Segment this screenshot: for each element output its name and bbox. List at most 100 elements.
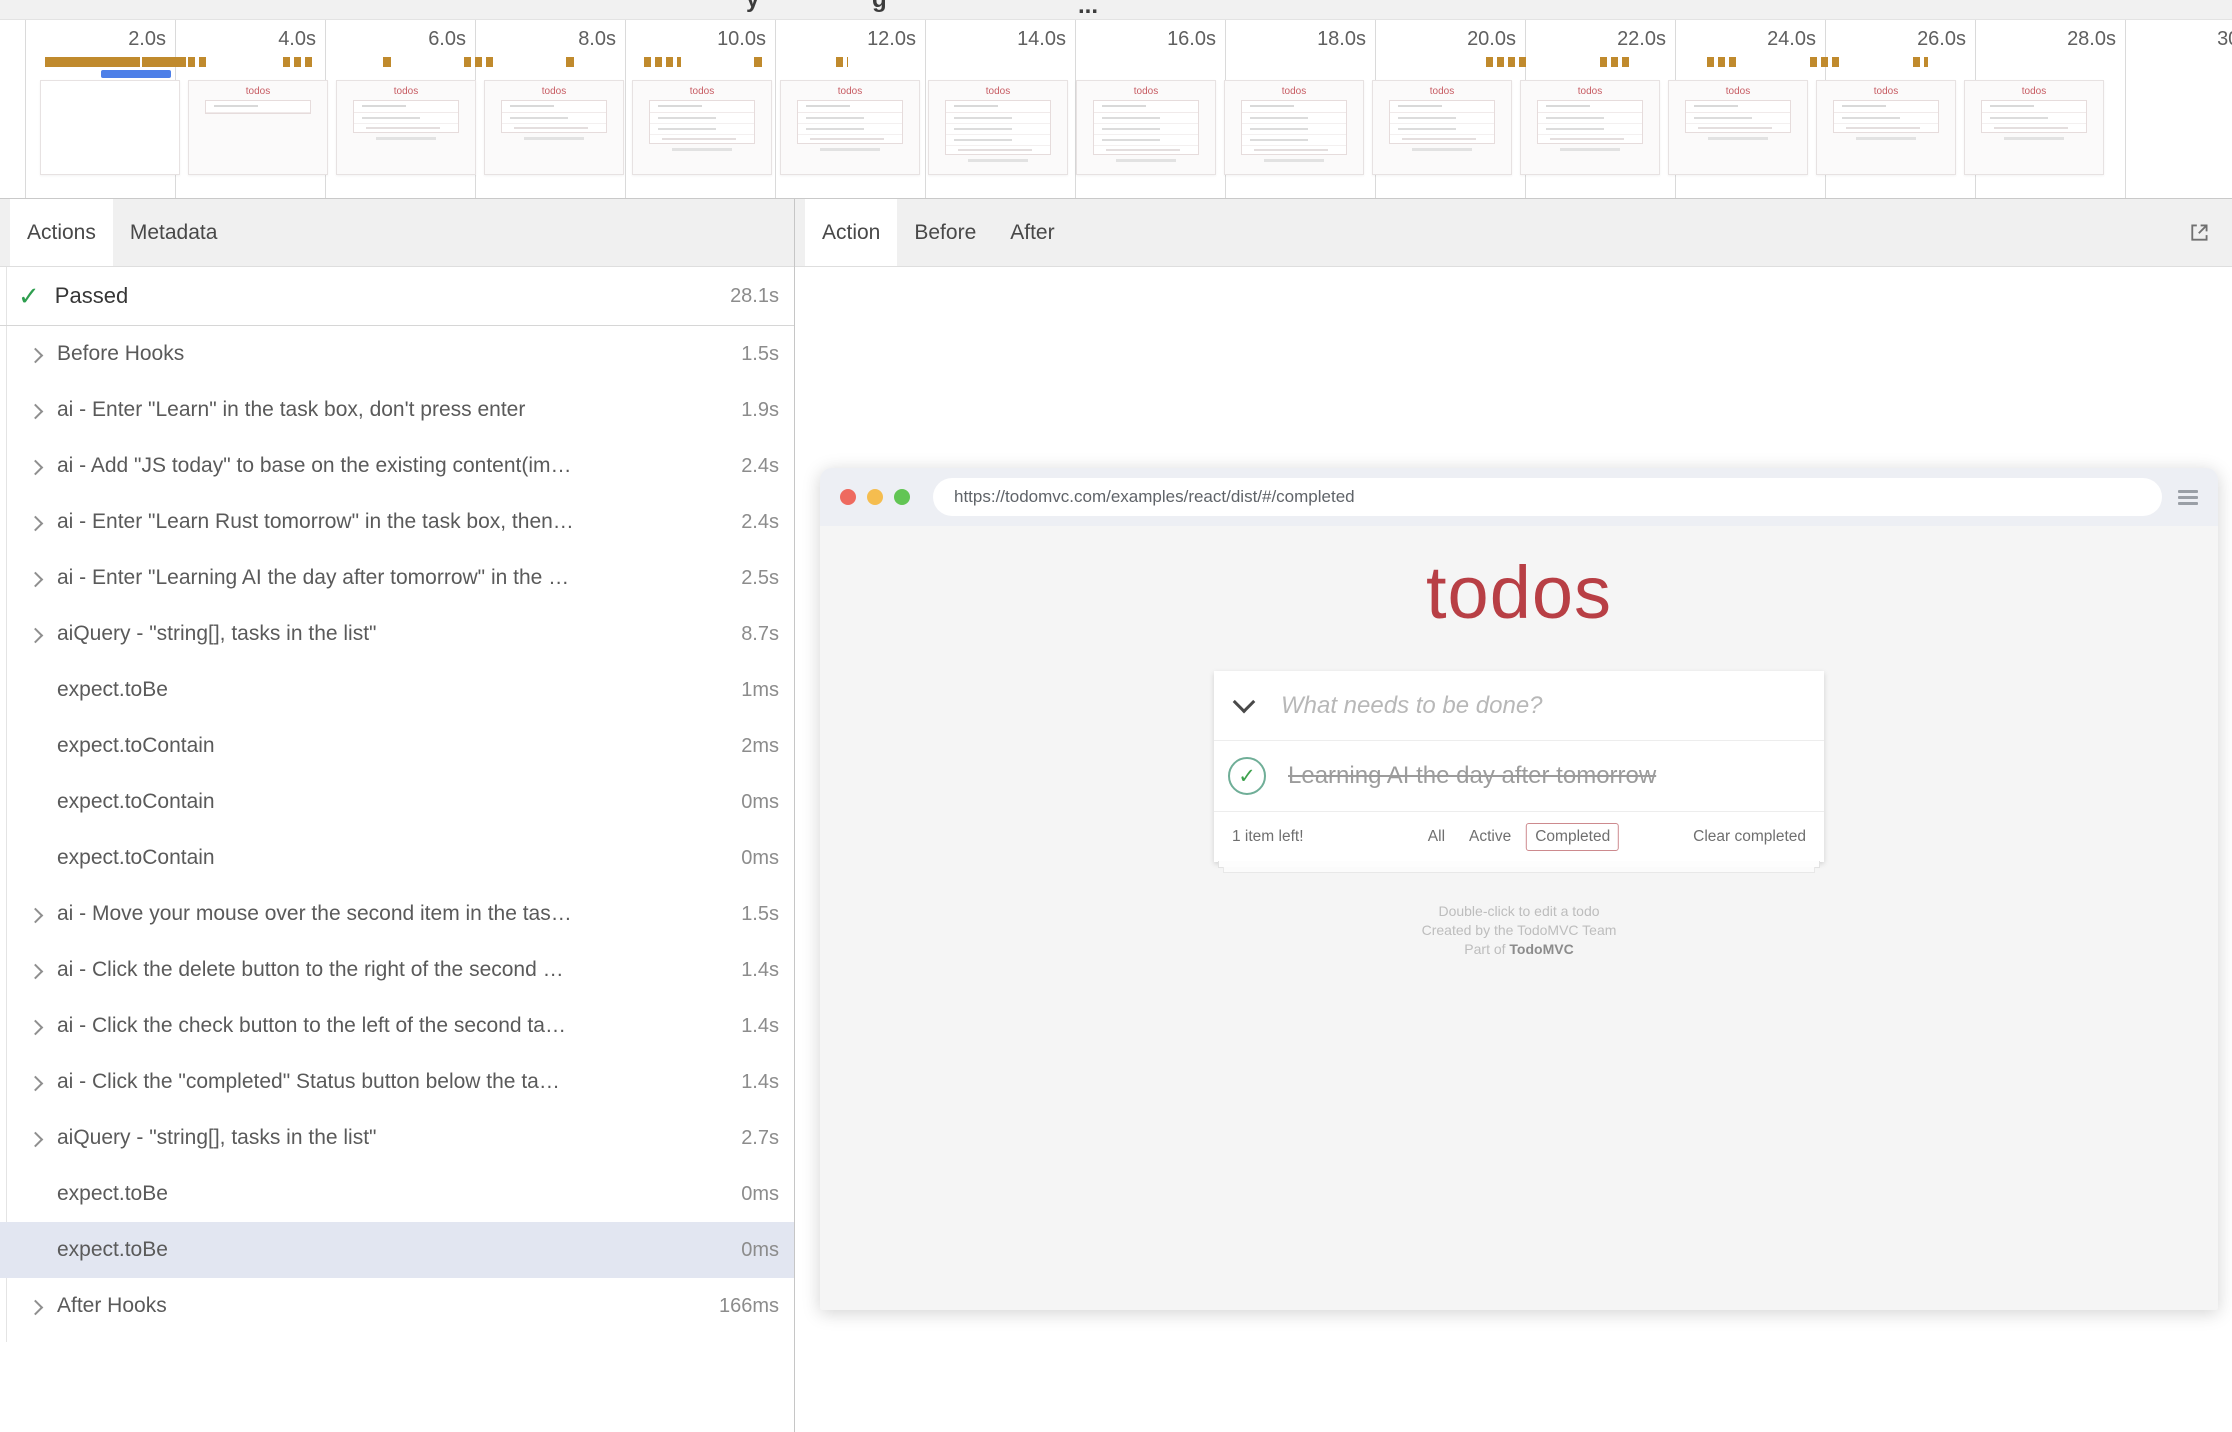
action-row[interactable]: expect.toBe 0ms [0,1166,794,1222]
action-duration: 0ms [731,791,794,814]
action-duration: 1.9s [731,399,794,422]
expand-chevron-icon [28,1132,44,1148]
filmstrip-frame[interactable]: todos [780,80,920,175]
mini-todos-title: todos [1077,86,1215,97]
filmstrip-frame[interactable]: todos [1520,80,1660,175]
action-duration: 2.5s [731,567,794,590]
mini-todo-card [1537,100,1644,144]
action-row[interactable]: expect.toContain 0ms [0,774,794,830]
filmstrip-frame[interactable]: todos [632,80,772,175]
action-row[interactable]: ai - Enter "Learn" in the task box, don'… [0,382,794,438]
new-todo-placeholder[interactable]: What needs to be done? [1281,692,1543,720]
filmstrip-frame[interactable]: todos [1224,80,1364,175]
expand-chevron-icon [28,1300,44,1316]
open-in-new-window-icon[interactable] [2186,220,2212,246]
todo-toggle-checked-icon[interactable]: ✓ [1228,757,1266,795]
action-duration: 1.4s [731,1015,794,1038]
left-tabstrip: ActionsMetadata [0,199,794,267]
filmstrip-frame[interactable]: todos [1668,80,1808,175]
mini-todos-title: todos [1521,86,1659,97]
action-mark [1913,57,1928,67]
action-row[interactable]: expect.toBe 1ms [0,662,794,718]
action-label: ai - Click the check button to the left … [57,1014,731,1038]
info-line: Part of TodoMVC [820,940,2218,959]
action-row[interactable]: After Hooks 166ms [0,1278,794,1334]
filmstrip-frame[interactable]: todos [40,80,180,175]
menu-icon [2178,487,2198,508]
action-row[interactable]: expect.toContain 2ms [0,718,794,774]
action-duration: 2.4s [731,455,794,478]
new-todo-row[interactable]: What needs to be done? [1214,671,1824,741]
action-row[interactable]: ai - Click the check button to the left … [0,998,794,1054]
timeline-tick-label: 14.0s [1017,28,1066,51]
expand-chevron-icon [28,1076,44,1092]
action-row[interactable]: Before Hooks 1.5s [0,326,794,382]
action-row[interactable]: aiQuery - "string[], tasks in the list" … [0,606,794,662]
action-row[interactable]: aiQuery - "string[], tasks in the list" … [0,1110,794,1166]
right-tabstrip: ActionBeforeAfter [795,199,2232,267]
filmstrip-frame[interactable]: todos [484,80,624,175]
left-panel-tab[interactable]: Actions [10,199,113,266]
toggle-all-chevron-icon[interactable] [1233,690,1256,713]
actions-list: ✓ Passed 28.1s Before Hooks 1.5s ai - En… [0,267,794,1432]
action-duration: 8.7s [731,623,794,646]
timeline-tick-label: 2.0s [128,28,166,51]
filmstrip-frame[interactable]: todos [1372,80,1512,175]
action-row[interactable]: ai - Add "JS today" to base on the exist… [0,438,794,494]
mini-todos-title: todos [781,86,919,97]
snapshot-tab[interactable]: Action [805,199,897,266]
filmstrip-frame[interactable]: todos [1964,80,2104,175]
title-fragment: ... [1078,0,1098,20]
filter-button[interactable]: Active [1460,823,1520,851]
action-row[interactable]: ai - Enter "Learning AI the day after to… [0,550,794,606]
todos-title: todos [820,550,2218,635]
expand-chevron-icon [28,964,44,980]
action-mark [1707,57,1736,67]
timeline[interactable]: 2.0s 4.0s 6.0s 8.0s 10.0s 12.0s 14.0s 16… [0,20,2232,199]
action-row[interactable]: ai - Enter "Learn Rust tomorrow" in the … [0,494,794,550]
action-duration: 1ms [731,679,794,702]
address-bar[interactable]: https://todomvc.com/examples/react/dist/… [933,478,2162,516]
action-mark [383,57,391,67]
action-duration: 0ms [731,847,794,870]
action-label: ai - Enter "Learn" in the task box, don'… [57,398,731,422]
action-label: expect.toContain [57,790,731,814]
action-mark [1600,57,1633,67]
action-mark [754,57,762,67]
action-mark [283,57,313,67]
action-label: ai - Click the delete button to the righ… [57,958,731,982]
snapshot-area: https://todomvc.com/examples/react/dist/… [795,267,2232,1432]
action-mark [836,57,848,67]
filmstrip-frame[interactable]: todos [1816,80,1956,175]
expand-chevron-icon [28,1020,44,1036]
filter-button[interactable]: Completed [1526,823,1619,851]
snapshot-panel: ActionBeforeAfter https://todomvc.co [795,199,2232,1432]
test-status-label: Passed [55,283,128,309]
action-row[interactable]: ai - Click the "completed" Status button… [0,1054,794,1110]
timeline-tick-label: 24.0s [1767,28,1816,51]
filmstrip-frame[interactable]: todos [188,80,328,175]
mini-todos-title: todos [485,86,623,97]
info-line: Double-click to edit a todo [820,902,2218,921]
action-row[interactable]: ai - Move your mouse over the second ite… [0,886,794,942]
action-row[interactable]: expect.toBe 0ms [0,1222,794,1278]
snapshot-tab[interactable]: Before [897,199,993,266]
snapshot-tab[interactable]: After [993,199,1071,266]
filmstrip-frame[interactable]: todos [336,80,476,175]
action-duration: 1.4s [731,959,794,982]
filmstrip-frame[interactable]: todos [928,80,1068,175]
title-fragment: y [746,0,759,14]
title-fragment: g [872,0,887,14]
filter-button[interactable]: All [1419,823,1454,851]
action-mark [142,57,186,67]
action-label: expect.toBe [57,1182,731,1206]
action-duration: 1.4s [731,1071,794,1094]
filmstrip-frame[interactable]: todos [1076,80,1216,175]
left-panel-tab[interactable]: Metadata [113,199,235,266]
clear-completed-button[interactable]: Clear completed [1693,828,1806,846]
action-row[interactable]: expect.toContain 0ms [0,830,794,886]
traffic-light-yellow [867,489,883,505]
action-row[interactable]: ai - Click the delete button to the righ… [0,942,794,998]
action-label: aiQuery - "string[], tasks in the list" [57,622,731,646]
test-status-row[interactable]: ✓ Passed 28.1s [0,267,794,326]
